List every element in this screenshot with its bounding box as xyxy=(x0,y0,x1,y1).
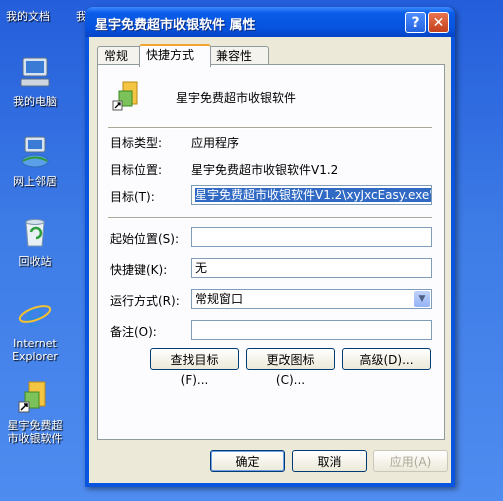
target-input-text: 星宇免费超市收银软件V1.2\xyJxcEasy.exe" xyxy=(195,188,431,202)
run-label: 运行方式(R): xyxy=(110,294,180,308)
window-title: 星宇免费超市收银软件 属性 xyxy=(95,18,256,33)
desktop-icon-app-shortcut[interactable]: 星宇免费超市收银软件 xyxy=(4,378,66,445)
target-input[interactable]: 星宇免费超市收银软件V1.2\xyJxcEasy.exe" xyxy=(191,185,432,205)
shortcut-tab-panel: 星宇免费超市收银软件 目标类型: 应用程序 目标位置: 星宇免费超市收银软件V1… xyxy=(97,64,445,440)
title-bar[interactable]: 星宇免费超市收银软件 属性 ? ✕ xyxy=(85,7,455,37)
properties-window: 星宇免费超市收银软件 属性 ? ✕ 常规 快捷方式 兼容性 星宇免费超市收银软件… xyxy=(85,7,455,487)
run-select[interactable]: 常规窗口 ▼ xyxy=(191,289,432,309)
close-icon: ✕ xyxy=(432,15,445,31)
start-in-input[interactable] xyxy=(191,227,432,247)
cancel-button[interactable]: 取消 xyxy=(292,450,367,472)
shortcut-key-input[interactable]: 无 xyxy=(191,258,432,278)
desktop-icon-label: 回收站 xyxy=(18,255,52,268)
comment-input[interactable] xyxy=(191,320,432,340)
my-computer-icon xyxy=(20,57,50,87)
tab-general[interactable]: 常规 xyxy=(97,46,145,65)
desktop-icon-recycle-bin[interactable]: 回收站 xyxy=(4,214,66,268)
change-icon-button[interactable]: 更改图标(C)... xyxy=(246,348,335,387)
target-location-label: 目标位置: xyxy=(110,163,163,177)
target-location-value: 星宇免费超市收银软件V1.2 xyxy=(191,163,339,177)
app-name: 星宇免费超市收银软件 xyxy=(176,91,297,105)
chevron-down-icon[interactable]: ▼ xyxy=(414,291,430,307)
target-type-label: 目标类型: xyxy=(110,136,163,150)
network-places-icon xyxy=(21,136,49,168)
desktop-icon-internet-explorer[interactable]: e Internet Explorer xyxy=(4,296,66,363)
shortcut-key-label: 快捷键(K): xyxy=(110,263,168,277)
divider xyxy=(108,217,432,219)
desktop-icon-label: 我的电脑 xyxy=(13,95,57,108)
internet-explorer-icon: e xyxy=(18,296,52,334)
target-type-value: 应用程序 xyxy=(191,136,240,150)
advanced-button[interactable]: 高级(D)... xyxy=(342,348,431,370)
desktop-icon-my-computer[interactable]: 我的电脑 xyxy=(4,54,66,108)
desktop-icon-network-places[interactable]: 网上邻居 xyxy=(4,134,66,188)
close-button[interactable]: ✕ xyxy=(428,12,449,33)
app-shortcut-icon xyxy=(18,381,46,413)
find-target-button[interactable]: 查找目标(F)... xyxy=(150,348,239,387)
app-icon xyxy=(112,81,138,111)
start-in-label: 起始位置(S): xyxy=(110,232,180,246)
apply-button[interactable]: 应用(A) xyxy=(373,450,448,472)
ok-button[interactable]: 确定 xyxy=(210,450,285,472)
run-select-value: 常规窗口 xyxy=(195,292,244,306)
desktop-icon-label: 网上邻居 xyxy=(13,175,57,188)
desktop-icon-label: 星宇免费超市收银软件 xyxy=(7,419,63,445)
tab-shortcut[interactable]: 快捷方式 xyxy=(139,44,211,67)
desktop-icon-label: Internet Explorer xyxy=(12,337,58,363)
desktop-label-my-documents[interactable]: 我的文档 xyxy=(6,8,50,24)
comment-label: 备注(O): xyxy=(110,325,157,339)
help-button[interactable]: ? xyxy=(405,12,426,33)
target-label: 目标(T): xyxy=(110,190,155,204)
dialog-client: 常规 快捷方式 兼容性 星宇免费超市收银软件 目标类型: 应用程序 目标位置: … xyxy=(89,37,451,483)
help-icon: ? xyxy=(411,15,420,31)
recycle-bin-icon xyxy=(25,219,45,247)
divider xyxy=(108,127,432,129)
tab-compatibility[interactable]: 兼容性 xyxy=(209,46,269,65)
svg-text:e: e xyxy=(26,296,45,332)
